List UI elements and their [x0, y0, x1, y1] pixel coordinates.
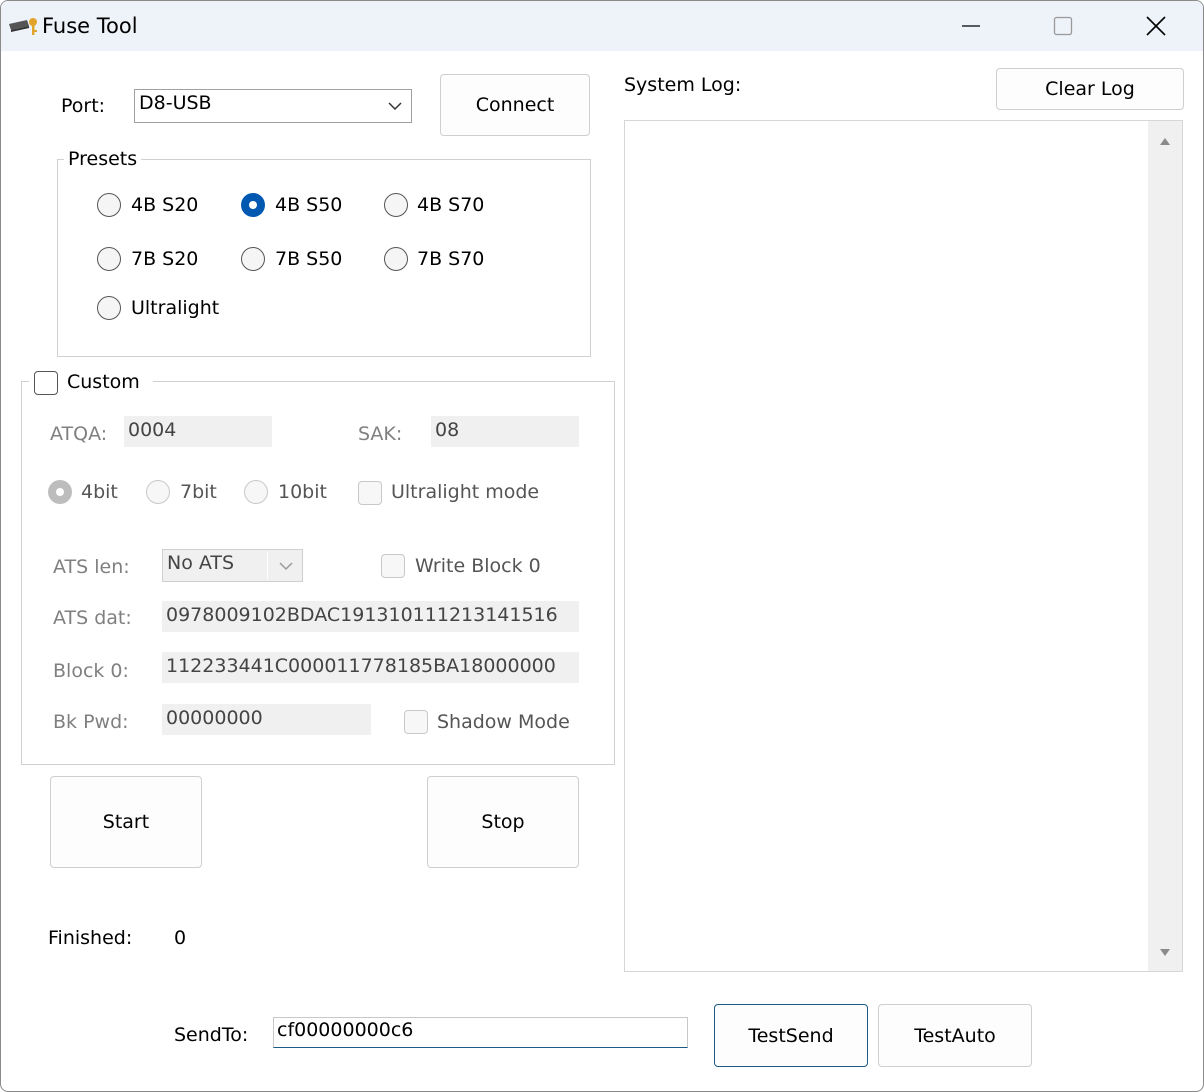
atqa-value: 0004: [128, 419, 177, 441]
preset-4b-s50-label: 4B S50: [275, 194, 343, 216]
bit-10-radio[interactable]: [244, 480, 268, 504]
preset-4b-s70-label: 4B S70: [417, 194, 485, 216]
bk-pwd-field[interactable]: 00000000: [162, 704, 371, 735]
ats-dat-field[interactable]: 0978009102BDAC191310111213141516: [162, 601, 579, 632]
block0-value: 112233441C000011778185BA18000000: [166, 655, 556, 677]
chevron-down-icon: [388, 102, 402, 111]
sak-field[interactable]: 08: [431, 416, 579, 447]
bit-7-radio[interactable]: [146, 480, 170, 504]
bit-4-label: 4bit: [81, 481, 118, 503]
preset-4b-s50-radio[interactable]: [241, 193, 265, 217]
preset-ultralight-radio[interactable]: [97, 296, 121, 320]
title-bar[interactable]: Fuse Tool: [1, 1, 1203, 51]
scroll-up-icon: [1160, 138, 1170, 145]
finished-label: Finished:: [48, 927, 133, 949]
ats-len-label: ATS len:: [53, 556, 130, 578]
block0-label: Block 0:: [53, 660, 129, 682]
preset-7b-s20-radio[interactable]: [97, 247, 121, 271]
fuse-tool-window: Fuse Tool Port: D8-USB Connect Presets 4…: [0, 0, 1204, 1092]
preset-7b-s70-label: 7B S70: [417, 248, 485, 270]
test-auto-button[interactable]: TestAuto: [878, 1004, 1032, 1067]
finished-count: 0: [174, 927, 187, 949]
log-scrollbar[interactable]: [1148, 121, 1182, 971]
bk-pwd-value: 00000000: [166, 707, 263, 729]
test-send-button[interactable]: TestSend: [714, 1004, 868, 1067]
preset-ultralight-label: Ultralight: [131, 297, 220, 319]
preset-4b-s70-radio[interactable]: [384, 193, 408, 217]
minimize-icon: [962, 25, 980, 27]
port-select-value: D8-USB: [139, 92, 212, 114]
port-select[interactable]: D8-USB: [134, 89, 412, 123]
app-icon: [7, 15, 39, 37]
send-to-label: SendTo:: [174, 1024, 249, 1046]
preset-7b-s50-radio[interactable]: [241, 247, 265, 271]
block0-field[interactable]: 112233441C000011778185BA18000000: [162, 652, 579, 683]
shadow-mode-checkbox[interactable]: [404, 710, 428, 734]
preset-7b-s70-radio[interactable]: [384, 247, 408, 271]
system-log-label: System Log:: [624, 74, 742, 96]
clear-log-button[interactable]: Clear Log: [996, 68, 1184, 110]
ultralight-mode-checkbox[interactable]: [358, 481, 382, 505]
presets-title: Presets: [64, 148, 142, 170]
chevron-down-icon: [279, 562, 293, 571]
maximize-icon: [1053, 16, 1073, 36]
ats-len-select[interactable]: No ATS: [162, 549, 303, 582]
preset-4b-s20-label: 4B S20: [131, 194, 199, 216]
preset-4b-s20-radio[interactable]: [97, 193, 121, 217]
preset-7b-s20-label: 7B S20: [131, 248, 199, 270]
atqa-field[interactable]: 0004: [124, 416, 272, 447]
window-title: Fuse Tool: [42, 14, 138, 38]
write-block0-label: Write Block 0: [415, 555, 541, 577]
port-label: Port:: [61, 95, 106, 117]
minimize-button[interactable]: [926, 1, 1016, 51]
sak-label: SAK:: [358, 423, 403, 445]
start-button[interactable]: Start: [50, 776, 202, 868]
send-to-value: cf00000000c6: [277, 1019, 414, 1041]
preset-7b-s50-label: 7B S50: [275, 248, 343, 270]
system-log-textarea[interactable]: [624, 120, 1183, 972]
bk-pwd-label: Bk Pwd:: [53, 711, 129, 733]
maximize-button[interactable]: [1018, 1, 1108, 51]
close-button[interactable]: [1111, 1, 1201, 51]
shadow-mode-label: Shadow Mode: [437, 711, 570, 733]
write-block0-checkbox[interactable]: [381, 554, 405, 578]
ats-dat-value: 0978009102BDAC191310111213141516: [166, 604, 558, 626]
sak-value: 08: [435, 419, 460, 441]
stop-button[interactable]: Stop: [427, 776, 579, 868]
atqa-label: ATQA:: [50, 423, 108, 445]
ats-len-value: No ATS: [167, 552, 235, 574]
custom-label: Custom: [67, 371, 140, 393]
send-to-input[interactable]: cf00000000c6: [273, 1017, 688, 1048]
ultralight-mode-label: Ultralight mode: [391, 481, 540, 503]
ats-dat-label: ATS dat:: [53, 607, 132, 629]
close-icon: [1146, 16, 1166, 36]
scroll-down-icon: [1160, 949, 1170, 956]
custom-checkbox[interactable]: [34, 371, 58, 395]
bit-7-label: 7bit: [180, 481, 217, 503]
connect-button[interactable]: Connect: [440, 74, 590, 136]
bit-10-label: 10bit: [278, 481, 327, 503]
bit-4-radio[interactable]: [48, 480, 72, 504]
